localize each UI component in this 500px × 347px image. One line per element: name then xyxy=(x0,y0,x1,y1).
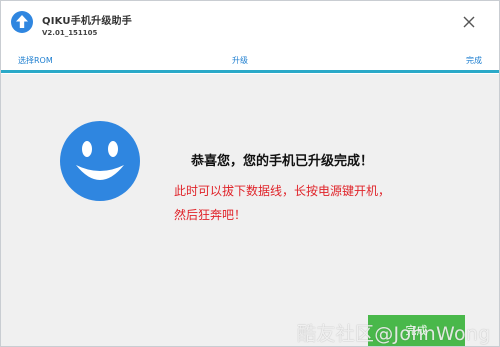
progress-steps: 选择ROM 升级 完成 xyxy=(1,46,499,74)
success-headline: 恭喜您，您的手机已升级完成！ xyxy=(191,154,374,169)
step-select-rom: 选择ROM xyxy=(18,56,53,65)
step-upgrade: 升级 xyxy=(232,56,248,65)
close-button[interactable] xyxy=(458,11,480,33)
instruction-message: 此时可以拔下数据线，长按电源键开机， 然后狂奔吧！ xyxy=(174,179,434,227)
result-panel: 恭喜您，您的手机已升级完成！ 此时可以拔下数据线，长按电源键开机， 然后狂奔吧！ xyxy=(1,74,499,301)
up-arrow-icon xyxy=(11,11,33,33)
footer-bar: 完成 xyxy=(1,301,499,346)
close-icon xyxy=(463,16,475,28)
progress-track xyxy=(1,70,499,73)
instruction-line-1: 此时可以拔下数据线，长按电源键开机， xyxy=(174,184,391,198)
smiley-face-icon xyxy=(60,121,140,201)
app-title: QIKU手机升级助手 xyxy=(42,16,132,27)
app-version: V2.01_151105 xyxy=(42,29,98,37)
finish-button[interactable]: 完成 xyxy=(368,315,465,346)
title-bar: QIKU手机升级助手 V2.01_151105 xyxy=(1,1,499,46)
step-complete: 完成 xyxy=(466,56,482,65)
upgrade-assistant-window: QIKU手机升级助手 V2.01_151105 选择ROM 升级 完成 恭喜您，… xyxy=(0,0,500,347)
instruction-line-2: 然后狂奔吧！ xyxy=(174,208,247,222)
